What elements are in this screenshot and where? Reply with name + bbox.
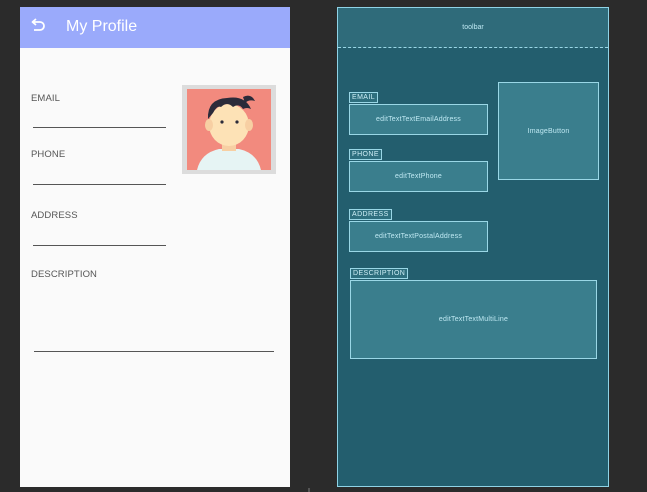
resize-marker (308, 488, 310, 492)
bp-image-button[interactable]: ImageButton (498, 82, 599, 180)
page-title: My Profile (66, 18, 138, 35)
bp-phone-label[interactable]: PHONE (349, 149, 382, 160)
app-toolbar: My Profile (20, 7, 290, 48)
bp-phone-field[interactable]: editTextPhone (349, 161, 488, 192)
phone-underline (33, 184, 166, 185)
back-arrow-icon[interactable] (29, 17, 47, 35)
description-field[interactable] (34, 287, 274, 351)
address-underline (33, 245, 166, 246)
phone-label: PHONE (31, 149, 66, 160)
bp-description-field[interactable]: editTextTextMultiLine (350, 280, 597, 359)
design-preview: My Profile EMAIL PHONE ADDRESS DESCRIPTI… (20, 7, 290, 487)
email-underline (33, 127, 166, 128)
email-field[interactable] (33, 113, 166, 127)
bp-email-label[interactable]: EMAIL (349, 92, 379, 103)
bp-address-label[interactable]: ADDRESS (349, 209, 392, 220)
bp-description-label[interactable]: DESCRIPTION (350, 268, 409, 279)
bp-email-field[interactable]: editTextTextEmailAddress (349, 104, 488, 135)
profile-avatar-icon (187, 89, 271, 170)
address-field[interactable] (33, 231, 166, 245)
bp-address-field[interactable]: editTextTextPostalAddress (349, 221, 488, 252)
avatar-image-button[interactable] (182, 85, 276, 174)
description-underline (34, 351, 274, 352)
address-label: ADDRESS (31, 210, 78, 221)
phone-field[interactable] (33, 170, 166, 184)
bp-toolbar[interactable]: toolbar (338, 8, 608, 48)
blueprint-preview: toolbar EMAIL editTextTextEmailAddress P… (337, 7, 609, 487)
email-label: EMAIL (31, 93, 61, 104)
description-label: DESCRIPTION (31, 269, 98, 280)
